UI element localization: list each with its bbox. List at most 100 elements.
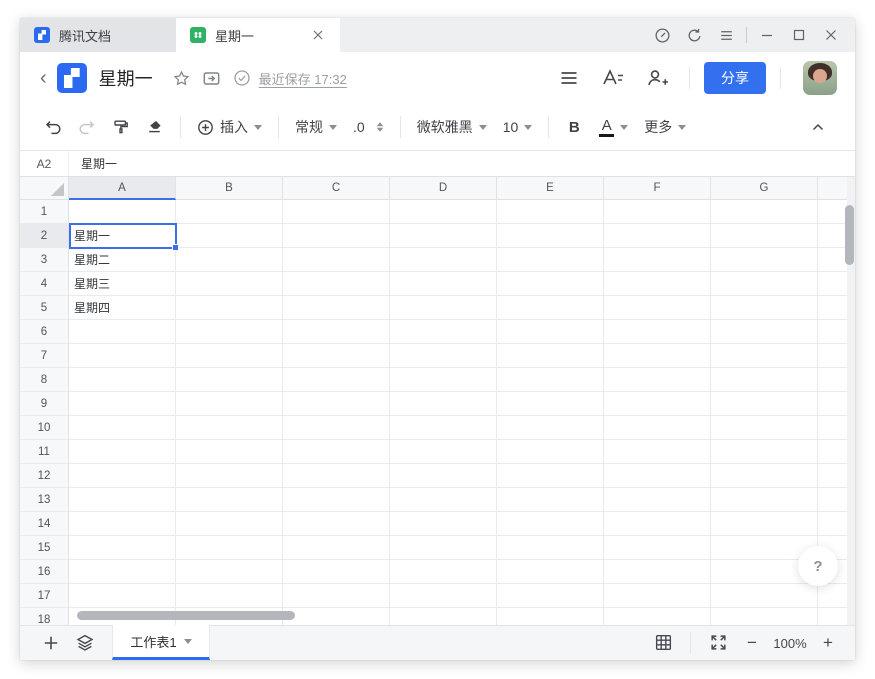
cell-D10[interactable] xyxy=(390,416,497,440)
cell-G6[interactable] xyxy=(711,320,818,344)
formula-input[interactable]: 星期一 xyxy=(69,151,855,176)
cell-D2[interactable] xyxy=(390,224,497,248)
cell-A2[interactable]: 星期一 xyxy=(69,224,176,248)
cell-E4[interactable] xyxy=(497,272,604,296)
row-header-15[interactable]: 15 xyxy=(20,536,69,560)
row-header-5[interactable]: 5 xyxy=(20,296,69,320)
zoom-in-button[interactable]: + xyxy=(815,630,841,656)
menu-icon[interactable] xyxy=(710,18,742,52)
cell-A13[interactable] xyxy=(69,488,176,512)
cell-C9[interactable] xyxy=(283,392,390,416)
cell-G3[interactable] xyxy=(711,248,818,272)
cell-C2[interactable] xyxy=(283,224,390,248)
cell-F18[interactable] xyxy=(604,608,711,625)
cell-C8[interactable] xyxy=(283,368,390,392)
row-header-18[interactable]: 18 xyxy=(20,608,69,625)
cell-B11[interactable] xyxy=(176,440,283,464)
tencent-docs-logo[interactable] xyxy=(56,63,87,93)
cell-E8[interactable] xyxy=(497,368,604,392)
cell-F2[interactable] xyxy=(604,224,711,248)
cell-D18[interactable] xyxy=(390,608,497,625)
avatar[interactable] xyxy=(803,61,837,95)
cell-E5[interactable] xyxy=(497,296,604,320)
cell-G4[interactable] xyxy=(711,272,818,296)
cell-C11[interactable] xyxy=(283,440,390,464)
cell-B15[interactable] xyxy=(176,536,283,560)
undo-icon[interactable] xyxy=(36,111,70,143)
add-collaborator-icon[interactable] xyxy=(639,62,675,94)
cell-A9[interactable] xyxy=(69,392,176,416)
collapse-toolbar-icon[interactable] xyxy=(801,111,835,143)
vertical-scrollbar[interactable] xyxy=(845,205,854,265)
cell-G13[interactable] xyxy=(711,488,818,512)
cell-F1[interactable] xyxy=(604,200,711,224)
cell-C15[interactable] xyxy=(283,536,390,560)
cell-B13[interactable] xyxy=(176,488,283,512)
cell-E3[interactable] xyxy=(497,248,604,272)
bold-button[interactable]: B xyxy=(557,111,591,143)
cell-C18[interactable] xyxy=(283,608,390,625)
cell-D14[interactable] xyxy=(390,512,497,536)
row-header-10[interactable]: 10 xyxy=(20,416,69,440)
add-sheet-icon[interactable] xyxy=(34,625,68,660)
all-sheets-icon[interactable] xyxy=(68,625,102,660)
cell-G12[interactable] xyxy=(711,464,818,488)
cell-B7[interactable] xyxy=(176,344,283,368)
tab-tencent-docs[interactable]: 腾讯文档 xyxy=(20,18,176,52)
row-header-12[interactable]: 12 xyxy=(20,464,69,488)
number-format-dropdown[interactable]: 常规 xyxy=(287,111,345,143)
decimal-stepper[interactable]: .0 xyxy=(345,111,392,143)
cell-E1[interactable] xyxy=(497,200,604,224)
cell-G1[interactable] xyxy=(711,200,818,224)
cell-A17[interactable] xyxy=(69,584,176,608)
cell-F16[interactable] xyxy=(604,560,711,584)
cell-F17[interactable] xyxy=(604,584,711,608)
cell-G10[interactable] xyxy=(711,416,818,440)
cell-C5[interactable] xyxy=(283,296,390,320)
cell-D17[interactable] xyxy=(390,584,497,608)
cell-G5[interactable] xyxy=(711,296,818,320)
cell-reference[interactable]: A2 xyxy=(20,151,69,176)
column-header-E[interactable]: E xyxy=(497,177,604,200)
cell-B9[interactable] xyxy=(176,392,283,416)
cell-C6[interactable] xyxy=(283,320,390,344)
cell-E18[interactable] xyxy=(497,608,604,625)
row-header-4[interactable]: 4 xyxy=(20,272,69,296)
cell-C17[interactable] xyxy=(283,584,390,608)
minimize-icon[interactable] xyxy=(751,18,783,52)
cell-A1[interactable] xyxy=(69,200,176,224)
cell-D3[interactable] xyxy=(390,248,497,272)
cell-B8[interactable] xyxy=(176,368,283,392)
font-color-button[interactable]: A xyxy=(591,111,636,143)
close-window-icon[interactable] xyxy=(815,18,847,52)
horizontal-scrollbar[interactable] xyxy=(77,611,295,620)
cell-G8[interactable] xyxy=(711,368,818,392)
tab-document[interactable]: 星期一 xyxy=(176,18,340,52)
cell-A10[interactable] xyxy=(69,416,176,440)
zoom-out-button[interactable]: − xyxy=(739,630,765,656)
cell-E13[interactable] xyxy=(497,488,604,512)
cell-B6[interactable] xyxy=(176,320,283,344)
cell-C13[interactable] xyxy=(283,488,390,512)
cell-F13[interactable] xyxy=(604,488,711,512)
row-header-13[interactable]: 13 xyxy=(20,488,69,512)
cell-D5[interactable] xyxy=(390,296,497,320)
redo-icon[interactable] xyxy=(70,111,104,143)
cell-G2[interactable] xyxy=(711,224,818,248)
cell-F5[interactable] xyxy=(604,296,711,320)
close-tab-icon[interactable] xyxy=(310,27,326,43)
cell-A7[interactable] xyxy=(69,344,176,368)
row-header-14[interactable]: 14 xyxy=(20,512,69,536)
cell-D4[interactable] xyxy=(390,272,497,296)
cell-C14[interactable] xyxy=(283,512,390,536)
eraser-icon[interactable] xyxy=(138,111,172,143)
cell-A3[interactable]: 星期二 xyxy=(69,248,176,272)
sheet-tab[interactable]: 工作表1 xyxy=(112,625,210,660)
cell-D11[interactable] xyxy=(390,440,497,464)
row-header-1[interactable]: 1 xyxy=(20,200,69,224)
cell-E12[interactable] xyxy=(497,464,604,488)
cell-B1[interactable] xyxy=(176,200,283,224)
column-header-G[interactable]: G xyxy=(711,177,818,200)
row-header-2[interactable]: 2 xyxy=(20,224,69,248)
fill-handle[interactable] xyxy=(172,244,179,251)
